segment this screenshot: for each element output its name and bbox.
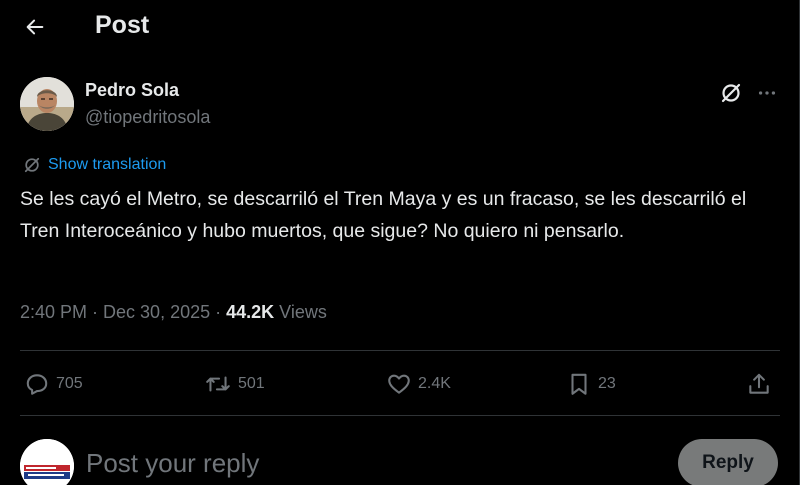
like-count: 2.4K: [418, 375, 451, 392]
grok-translate-icon: [24, 157, 40, 173]
grok-icon: [721, 83, 741, 103]
more-horizontal-icon: [758, 91, 776, 95]
show-translation-label: Show translation: [48, 156, 167, 173]
reply-submit-button[interactable]: Reply: [678, 439, 778, 485]
post-text: Se les cayó el Metro, se descarriló el T…: [20, 188, 747, 242]
heart-icon: [388, 374, 410, 394]
back-button[interactable]: [18, 10, 52, 44]
repost-button[interactable]: 501: [204, 367, 265, 401]
grok-button[interactable]: [716, 78, 746, 108]
post-timestamp[interactable]: 2:40 PM · Dec 30, 2025 ·: [20, 302, 226, 322]
bookmark-icon: [571, 373, 587, 395]
post-page: Post Pedro Sola @tiopedritosola Show tra…: [0, 0, 800, 485]
reply-button[interactable]: 705: [24, 367, 83, 401]
author-name[interactable]: Pedro Sola: [85, 80, 179, 101]
share-icon: [749, 373, 769, 394]
action-bar: 705 501 2.4K 23: [20, 367, 780, 401]
reply-bubble-icon: [26, 374, 48, 395]
show-translation-link[interactable]: Show translation: [22, 155, 166, 175]
author-handle[interactable]: @tiopedritosola: [85, 107, 210, 128]
like-button[interactable]: 2.4K: [386, 367, 451, 401]
more-options-button[interactable]: [752, 78, 782, 108]
frontera-informativa-logo: [20, 439, 74, 485]
repost-icon: [206, 376, 230, 392]
bookmark-count: 23: [598, 375, 616, 392]
avatar-image: [20, 77, 74, 131]
header: Post: [0, 0, 799, 53]
views-label: Views: [274, 302, 327, 322]
post-meta: 2:40 PM · Dec 30, 2025 · 44.2K Views: [20, 302, 327, 323]
divider: [20, 350, 780, 351]
divider: [20, 415, 780, 416]
reply-input[interactable]: [86, 445, 646, 481]
bookmark-button[interactable]: 23: [566, 367, 616, 401]
reply-count: 705: [56, 375, 83, 392]
current-user-avatar[interactable]: [20, 439, 74, 485]
views-count: 44.2K: [226, 302, 275, 322]
reply-composer: Reply: [0, 430, 799, 485]
arrow-left-icon: [26, 19, 44, 35]
page-title: Post: [95, 11, 150, 39]
repost-count: 501: [238, 375, 265, 392]
share-button[interactable]: [746, 367, 772, 401]
author-avatar[interactable]: [20, 77, 74, 131]
